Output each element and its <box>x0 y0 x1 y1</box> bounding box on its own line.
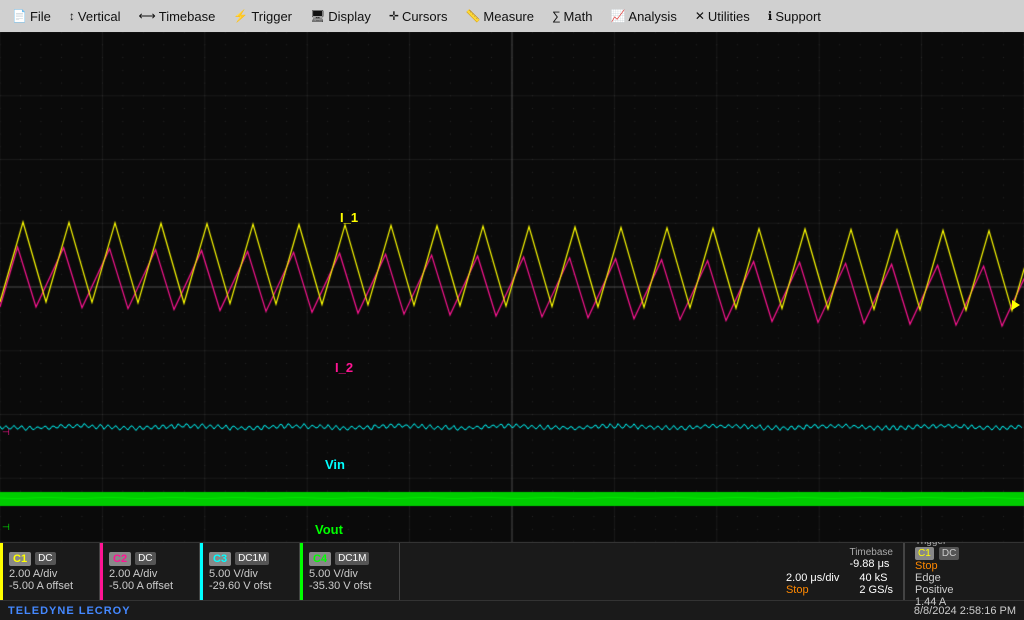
math-icon: ∑ <box>552 9 561 23</box>
trigger-polarity: Positive <box>915 584 1014 596</box>
channel-label-vout: Vout <box>315 522 343 537</box>
grid <box>0 32 1024 542</box>
trigger-channel: C1 DC <box>915 547 1014 559</box>
menu-file[interactable]: 📄 File <box>4 6 59 27</box>
menu-support[interactable]: ℹ Support <box>760 6 829 27</box>
timebase-samples2: 2 GS/s <box>859 584 893 596</box>
menu-display[interactable]: 🖥 Display <box>302 6 379 27</box>
trigger-info: Trigger C1 DC Stop Edge Positive 1.44 A <box>904 543 1024 600</box>
trigger-type: Edge <box>915 572 1014 584</box>
c3-scale: 5.00 V/div <box>209 568 293 580</box>
brand-bar: TELEDYNE LECROY 8/8/2024 2:58:16 PM <box>0 600 1024 620</box>
trigger-ch-badge: C1 <box>915 547 934 560</box>
menu-cursors[interactable]: ✛ Cursors <box>381 6 456 27</box>
timebase-rate: 2.00 μs/div <box>786 572 839 584</box>
c3-offset: -29.60 V ofst <box>209 580 293 592</box>
channel-label-vin: Vin <box>325 457 345 472</box>
timebase-info: Timebase -9.88 μs 2.00 μs/div Stop 40 kS… <box>642 543 905 600</box>
channel-label-i1: I_1 <box>340 210 358 225</box>
left-marker-pink: ⊣ <box>2 427 10 438</box>
c4-coupling: DC1M <box>335 552 369 565</box>
datetime: 8/8/2024 2:58:16 PM <box>914 605 1016 617</box>
c3-coupling: DC1M <box>235 552 269 565</box>
timebase-icon: ⟷ <box>139 9 156 23</box>
display-icon: 🖥 <box>310 9 325 23</box>
analysis-icon: 📈 <box>610 9 625 23</box>
c2-coupling: DC <box>135 552 155 565</box>
timebase-samples1: 40 kS <box>859 572 893 584</box>
support-icon: ℹ <box>768 9 773 23</box>
channel-info-c1: C1 DC 2.00 A/div -5.00 A offset <box>0 543 100 600</box>
c2-offset: -5.00 A offset <box>109 580 193 592</box>
c1-coupling: DC <box>35 552 55 565</box>
channel-info-c3: C3 DC1M 5.00 V/div -29.60 V ofst <box>200 543 300 600</box>
c4-scale: 5.00 V/div <box>309 568 393 580</box>
c2-scale: 2.00 A/div <box>109 568 193 580</box>
trigger-coupling: DC <box>939 547 959 560</box>
timebase-label: Timebase <box>849 547 893 558</box>
trigger-marker-yellow <box>1012 300 1020 310</box>
menu-analysis[interactable]: 📈 Analysis <box>602 6 684 27</box>
measure-icon: 📏 <box>465 9 480 23</box>
c4-badge: C4 <box>309 552 331 566</box>
menu-measure[interactable]: 📏 Measure <box>457 6 542 27</box>
timebase-stop: Stop <box>786 584 839 596</box>
c1-offset: -5.00 A offset <box>9 580 93 592</box>
channel-info-c2: C2 DC 2.00 A/div -5.00 A offset <box>100 543 200 600</box>
spacer <box>400 543 642 600</box>
channel-label-i2: I_2 <box>335 360 353 375</box>
menu-math[interactable]: ∑ Math <box>544 6 600 27</box>
file-icon: 📄 <box>12 9 27 23</box>
utilities-icon: ✕ <box>695 9 705 23</box>
cursors-icon: ✛ <box>389 9 399 23</box>
timebase-value: -9.88 μs <box>849 558 893 570</box>
trigger-icon: ⚡ <box>233 9 248 23</box>
c2-badge: C2 <box>109 552 131 566</box>
menu-bar: 📄 File ↕ Vertical ⟷ Timebase ⚡ Trigger 🖥… <box>0 0 1024 32</box>
menu-timebase[interactable]: ⟷ Timebase <box>131 6 224 27</box>
trigger-mode: Stop <box>915 560 1014 572</box>
menu-vertical[interactable]: ↕ Vertical <box>61 6 129 27</box>
left-marker-green: ⊣ <box>2 522 10 533</box>
channel-info-c4: C4 DC1M 5.00 V/div -35.30 V ofst <box>300 543 400 600</box>
c1-scale: 2.00 A/div <box>9 568 93 580</box>
menu-utilities[interactable]: ✕ Utilities <box>687 6 758 27</box>
menu-trigger[interactable]: ⚡ Trigger <box>225 6 300 27</box>
c4-offset: -35.30 V ofst <box>309 580 393 592</box>
vertical-icon: ↕ <box>69 9 75 23</box>
brand-name: TELEDYNE LECROY <box>8 605 131 617</box>
c3-badge: C3 <box>209 552 231 566</box>
status-bar: C1 DC 2.00 A/div -5.00 A offset C2 DC 2.… <box>0 542 1024 600</box>
scope-display: I_1 I_2 Vin Vout ⊣ ⊣ <box>0 32 1024 542</box>
c1-badge: C1 <box>9 552 31 566</box>
